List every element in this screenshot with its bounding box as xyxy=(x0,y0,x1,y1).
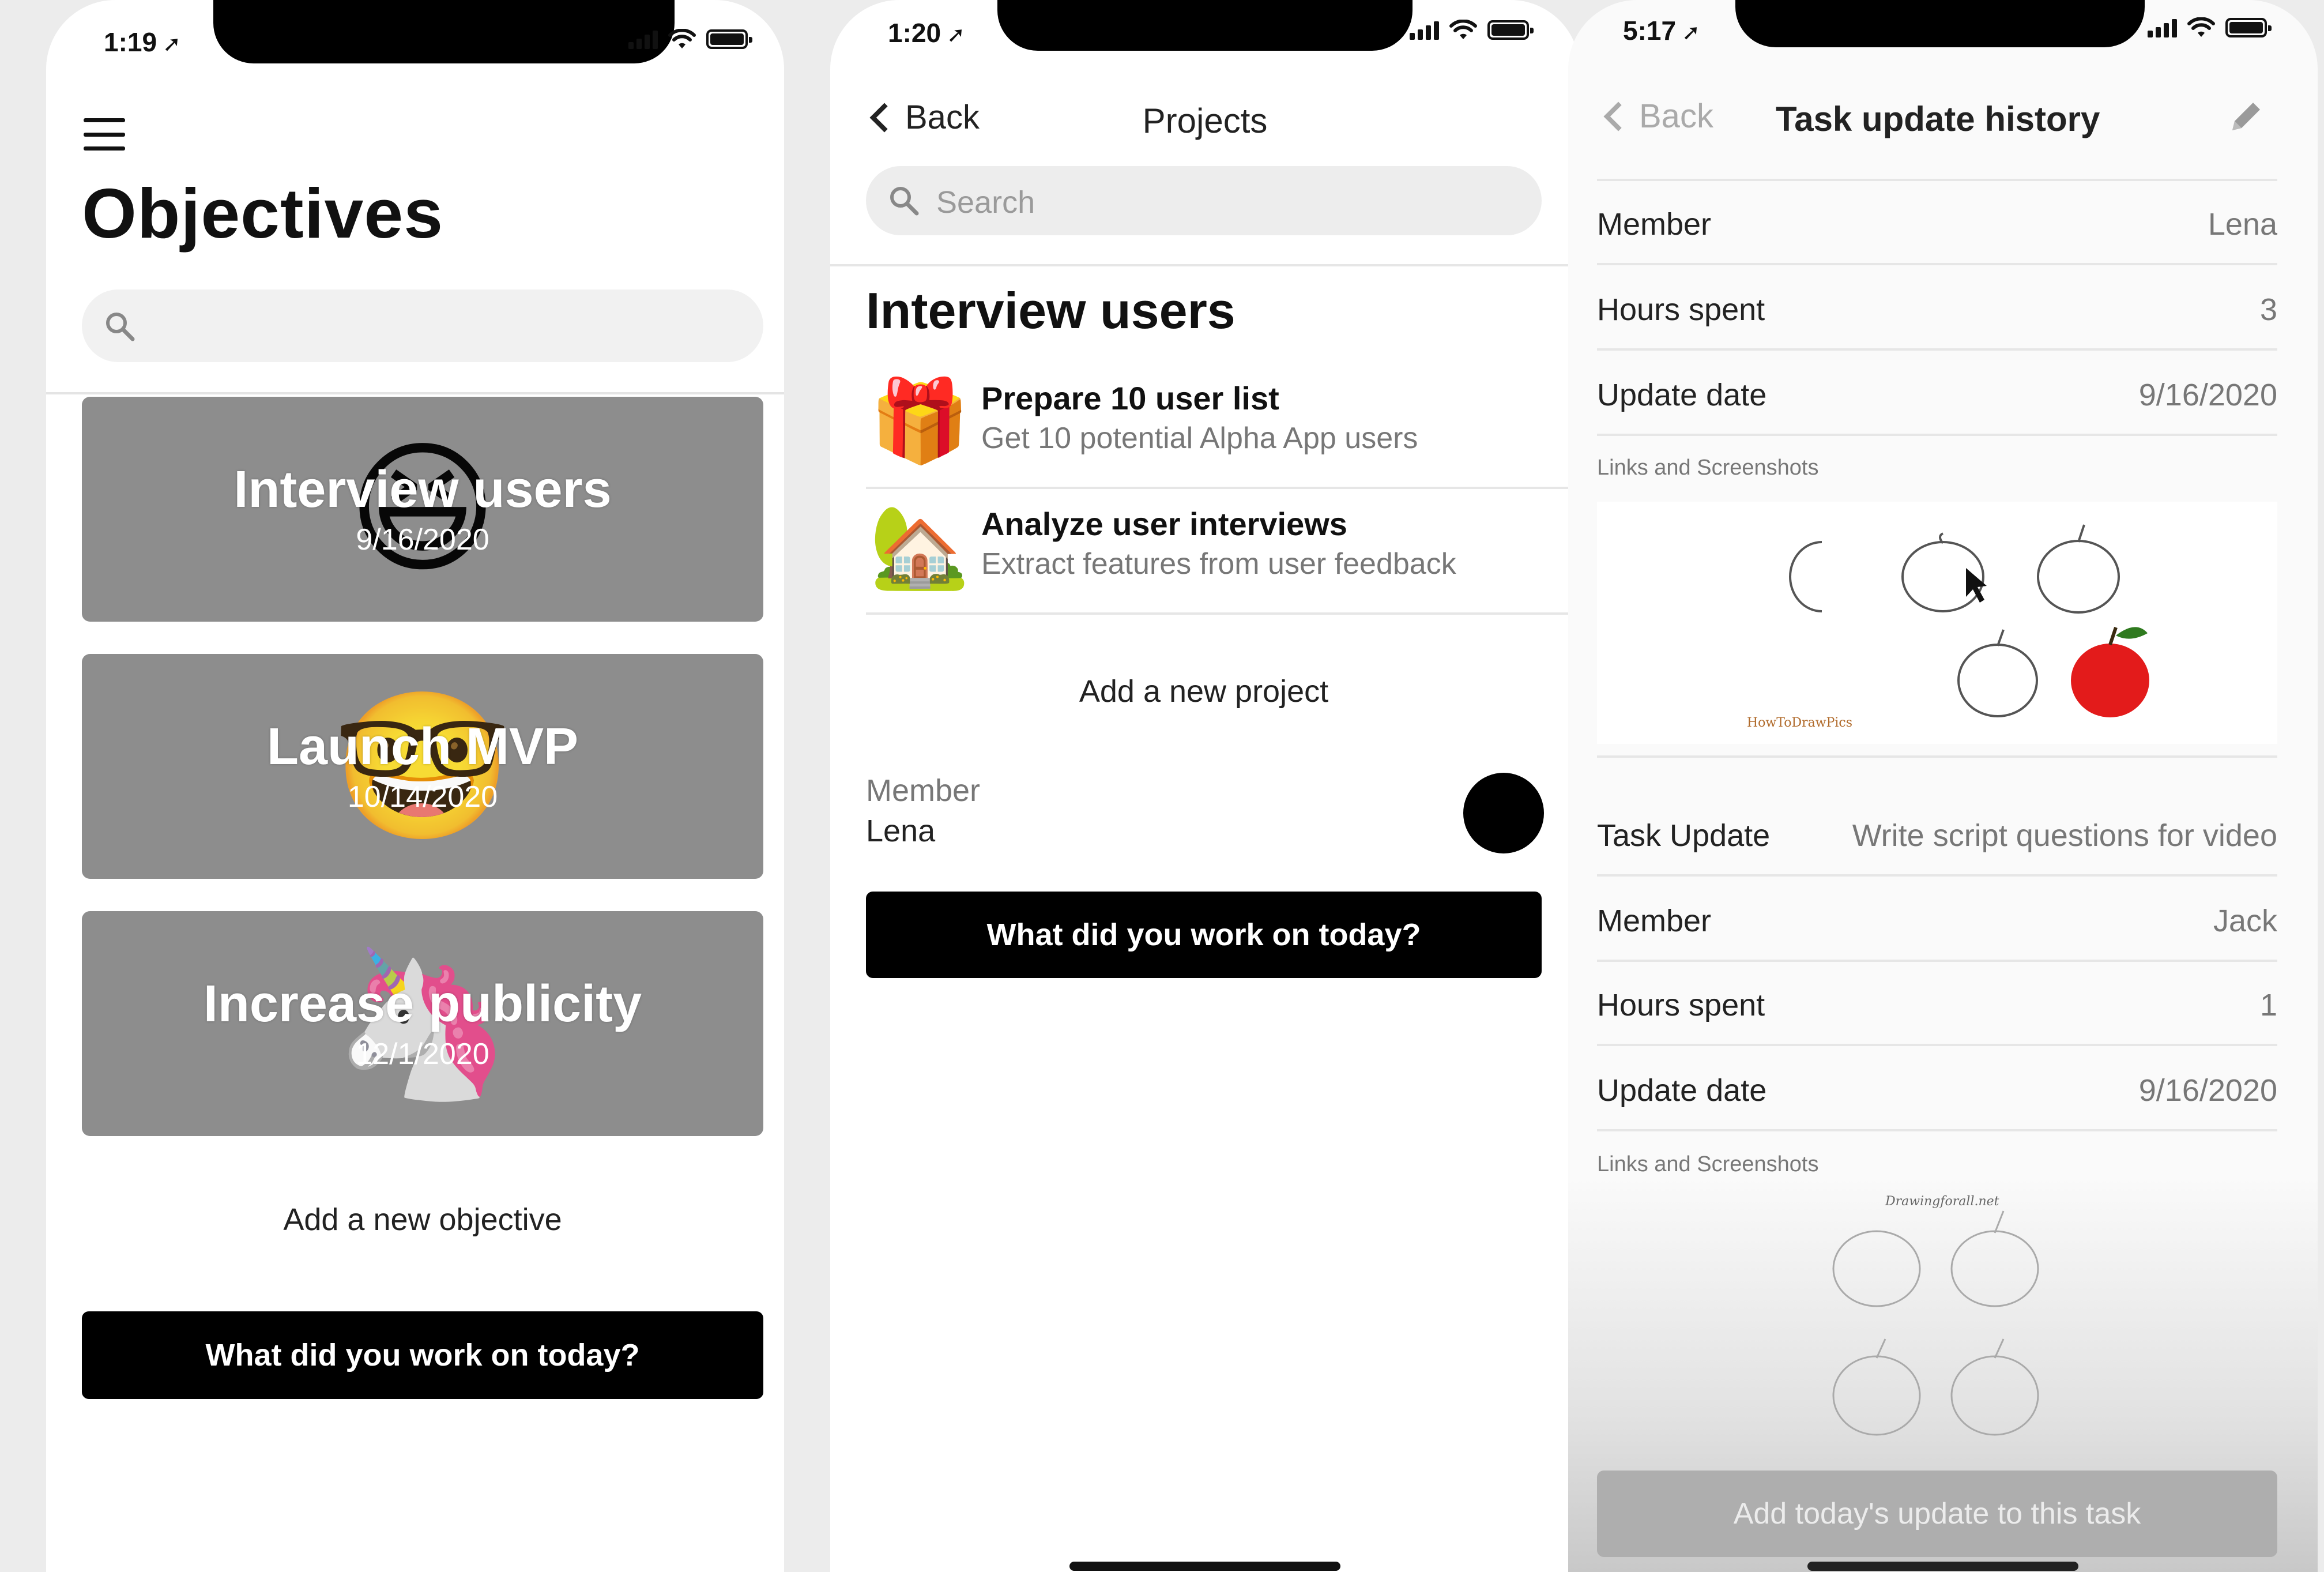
task-value: Write script questions for video xyxy=(1852,818,2277,853)
section-title: Interview users xyxy=(866,282,1236,339)
work-today-button[interactable]: What did you work on today? xyxy=(82,1311,763,1399)
house-icon: 🏡 xyxy=(869,501,970,592)
project-item[interactable]: 🎁 Prepare 10 user list Get 10 potential … xyxy=(866,363,1580,489)
screenshot-image[interactable]: HowToDrawPics xyxy=(1597,502,2277,744)
menu-icon[interactable] xyxy=(84,118,125,151)
app-screens: 1:19 ➚ Objectives 😆 Interview users 9/16/… xyxy=(0,0,2324,1572)
date-label: Update date xyxy=(1597,1073,1767,1108)
member-label: Member xyxy=(1597,904,1712,938)
status-icons xyxy=(2148,17,2272,38)
wifi-icon xyxy=(1449,20,1477,39)
detail-row: Update date 9/16/2020 xyxy=(1597,352,2277,436)
hours-value: 3 xyxy=(2259,292,2277,327)
objective-card[interactable]: 😆 Interview users 9/16/2020 xyxy=(82,397,763,622)
detail-row: Update date 9/16/2020 xyxy=(1597,1047,2277,1131)
objective-date: 9/16/2020 xyxy=(356,523,489,556)
battery-icon xyxy=(1487,20,1534,40)
member-value: Jack xyxy=(2213,904,2277,938)
chevron-left-icon xyxy=(1603,101,1633,131)
battery-icon xyxy=(706,29,752,49)
objective-title: Increase publicity xyxy=(203,975,642,1033)
objective-date: 10/14/2020 xyxy=(347,780,498,814)
hours-label: Hours spent xyxy=(1597,988,1765,1022)
avatar[interactable] xyxy=(1463,773,1544,853)
task-history-screen: 5:17 ➚ Back Task update history Member Le… xyxy=(1568,0,2318,1572)
detail-row: Hours spent 1 xyxy=(1597,962,2277,1046)
status-bar: 5:17 ➚ xyxy=(1568,0,2318,87)
detail-row: Task Update Write script questions for v… xyxy=(1597,792,2277,877)
objective-card[interactable]: 🦄 Increase publicity 12/1/2020 xyxy=(82,911,763,1136)
project-description: Extract features from user feedback xyxy=(981,547,1456,581)
project-description: Get 10 potential Alpha App users xyxy=(981,422,1418,455)
search-input[interactable]: Search xyxy=(866,166,1542,235)
work-today-button[interactable]: What did you work on today? xyxy=(866,892,1542,978)
member-value: Lena xyxy=(866,814,936,848)
date-label: Update date xyxy=(1597,378,1767,412)
detail-row: Member Lena xyxy=(1597,181,2277,265)
hours-value: 1 xyxy=(2259,988,2277,1022)
add-update-button[interactable]: Add today's update to this task xyxy=(1597,1471,2277,1557)
objective-date: 12/1/2020 xyxy=(356,1037,489,1071)
status-bar: 1:19 ➚ xyxy=(46,0,784,87)
home-indicator xyxy=(1069,1562,1340,1571)
signal-icon xyxy=(2148,18,2177,37)
back-button[interactable]: Back xyxy=(1600,97,1713,136)
links-label: Links and Screenshots xyxy=(1597,456,1819,480)
objective-card[interactable]: 🤓 Launch MVP 10/14/2020 xyxy=(82,654,763,879)
signal-icon xyxy=(1410,20,1439,40)
objective-title: Launch MVP xyxy=(266,718,579,776)
project-item[interactable]: 🏡 Analyze user interviews Extract featur… xyxy=(866,489,1580,615)
search-input[interactable] xyxy=(82,289,763,362)
search-icon xyxy=(890,187,919,216)
project-name: Prepare 10 user list xyxy=(981,380,1279,416)
member-label: Member xyxy=(866,773,981,808)
battery-icon xyxy=(2225,18,2272,37)
shot-caption: HowToDrawPics xyxy=(1747,716,1852,730)
search-icon xyxy=(106,313,135,341)
objective-title: Interview users xyxy=(233,461,612,518)
notch xyxy=(997,0,1413,51)
signal-icon xyxy=(628,29,658,49)
objectives-screen: 1:19 ➚ Objectives 😆 Interview users 9/16/… xyxy=(46,0,784,1572)
notch xyxy=(1735,0,2145,47)
wifi-icon xyxy=(2187,17,2215,37)
member-label: Member xyxy=(1597,207,1712,242)
hours-label: Hours spent xyxy=(1597,292,1765,327)
page-title: Objectives xyxy=(82,174,444,253)
search-placeholder: Search xyxy=(936,185,1035,220)
detail-row: Hours spent 3 xyxy=(1597,266,2277,351)
status-icons xyxy=(1410,20,1534,40)
notch xyxy=(213,0,675,63)
status-time: 1:19 ➚ xyxy=(104,27,181,57)
date-value: 9/16/2020 xyxy=(2138,378,2277,412)
gift-icon: 🎁 xyxy=(869,375,970,466)
task-label: Task Update xyxy=(1597,818,1771,853)
add-project-link[interactable]: Add a new project xyxy=(866,674,1542,709)
edit-icon[interactable] xyxy=(2225,97,2266,137)
status-icons xyxy=(628,29,752,50)
divider xyxy=(46,392,784,394)
home-indicator xyxy=(1807,1562,2078,1571)
screenshot-image[interactable]: Drawingforall.net xyxy=(1597,1188,2277,1453)
divider xyxy=(1597,755,2277,758)
links-label: Links and Screenshots xyxy=(1597,1152,1819,1176)
detail-row: Member Jack xyxy=(1597,878,2277,962)
status-time: 1:20 ➚ xyxy=(888,18,965,48)
member-value: Lena xyxy=(2208,207,2277,242)
status-bar: 1:20 ➚ xyxy=(830,0,1580,87)
divider xyxy=(830,264,1580,266)
project-name: Analyze user interviews xyxy=(981,506,1347,542)
shot-caption: Drawingforall.net xyxy=(1885,1194,1999,1209)
nav-title: Projects xyxy=(1142,101,1268,140)
back-label: Back xyxy=(1639,97,1713,135)
date-value: 9/16/2020 xyxy=(2138,1073,2277,1108)
wifi-icon xyxy=(668,29,696,48)
projects-screen: 1:20 ➚ Back Projects Search Interview use… xyxy=(830,0,1580,1572)
status-time: 5:17 ➚ xyxy=(1623,16,1700,46)
add-objective-link[interactable]: Add a new objective xyxy=(82,1202,763,1238)
nav-title: Task update history xyxy=(1776,100,2100,138)
